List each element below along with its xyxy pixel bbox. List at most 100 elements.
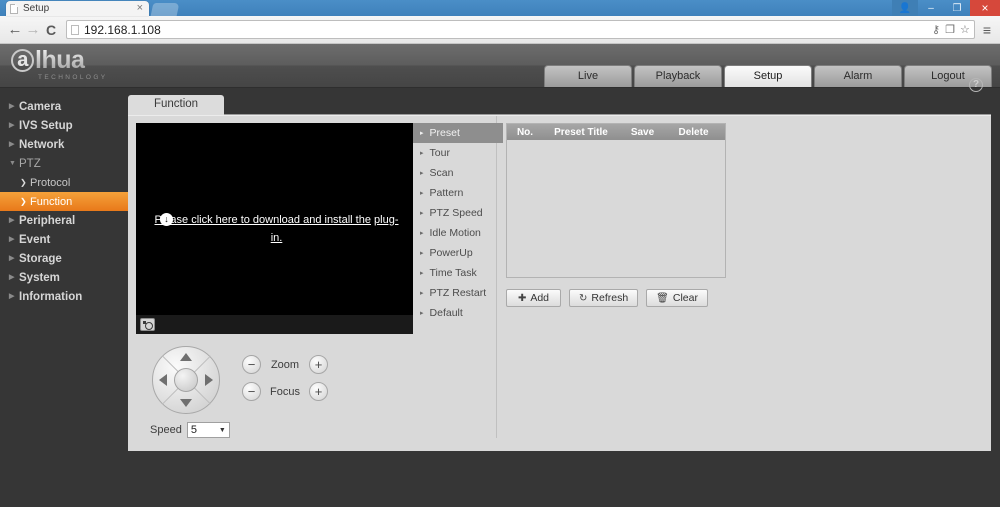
sidebar-item-label: Protocol <box>30 176 71 189</box>
zoom-focus-controls: − Zoom + − Focus + <box>242 346 328 405</box>
function-item-label: Time Task <box>429 267 477 279</box>
sidebar-item-label: Camera <box>19 100 62 113</box>
sidebar-item-event[interactable]: ▶ Event <box>0 230 128 249</box>
panel-body: ↓ Please click here to download and inst… <box>128 115 991 451</box>
panel-tab-bar: Function ? <box>128 78 991 115</box>
sidebar-item-peripheral[interactable]: ▶ Peripheral <box>0 211 128 230</box>
function-item-idle-motion[interactable]: ▸ Idle Motion <box>413 223 496 243</box>
sidebar-item-information[interactable]: ▶ Information <box>0 287 128 306</box>
back-icon[interactable]: ← <box>6 21 24 38</box>
add-button[interactable]: ✚ Add <box>506 289 561 307</box>
nav-tab-setup[interactable]: Setup <box>724 65 812 87</box>
extension-icon[interactable]: ❐ <box>945 23 955 36</box>
app-header: a lhua TECHNOLOGY Live Playback Setup Al… <box>0 44 1000 88</box>
user-avatar-icon[interactable]: 👤 <box>892 0 918 16</box>
browser-tab[interactable]: Setup × <box>6 1 149 16</box>
clear-button[interactable]: 🗑 Clear <box>646 289 708 307</box>
focus-plus-button[interactable]: + <box>309 382 328 401</box>
sidebar-item-network[interactable]: ▶ Network <box>0 135 128 154</box>
chevron-right-icon: ▶ <box>9 122 15 129</box>
speed-select[interactable]: 5 ▼ <box>186 422 230 438</box>
ptz-up-icon[interactable] <box>180 353 192 361</box>
chevron-right-icon: ▶ <box>9 236 15 243</box>
tab-function[interactable]: Function <box>128 95 224 115</box>
zoom-plus-button[interactable]: + <box>309 355 328 374</box>
focus-minus-button[interactable]: − <box>242 382 261 401</box>
chevron-right-icon: ▸ <box>420 229 424 237</box>
function-item-label: Pattern <box>429 187 464 199</box>
reload-icon[interactable]: C <box>42 22 60 38</box>
top-nav: Live Playback Setup Alarm Logout <box>544 65 992 87</box>
preset-table: No. Preset Title Save Delete <box>506 123 726 278</box>
window-close-icon[interactable]: × <box>970 0 1000 16</box>
nav-tab-alarm[interactable]: Alarm <box>814 65 902 87</box>
function-item-tour[interactable]: ▸ Tour <box>413 143 496 163</box>
ptz-direction-pad[interactable] <box>152 346 220 414</box>
function-item-label: Tour <box>429 147 450 159</box>
sidebar-item-label: Function <box>30 195 73 208</box>
chevron-right-icon: ❯ <box>20 177 27 187</box>
sidebar-item-storage[interactable]: ▶ Storage <box>0 249 128 268</box>
chevron-right-icon: ▶ <box>9 255 15 262</box>
function-panel: Function ? ↓ Please click here to downlo… <box>128 78 991 451</box>
logo-letter-a: a <box>11 49 34 72</box>
maximize-icon[interactable]: ❐ <box>944 0 970 16</box>
ptz-left-icon[interactable] <box>159 374 167 386</box>
close-icon[interactable]: × <box>135 3 145 14</box>
sidebar-item-label: Network <box>19 138 65 151</box>
key-icon[interactable]: ⚷ <box>932 23 940 36</box>
function-item-preset[interactable]: ▸ Preset <box>413 123 503 143</box>
nav-tab-live[interactable]: Live <box>544 65 632 87</box>
refresh-icon: ↻ <box>579 292 588 304</box>
menu-icon[interactable]: ≡ <box>980 22 994 38</box>
chevron-right-icon: ▸ <box>420 129 424 137</box>
chevron-right-icon: ▸ <box>420 249 424 257</box>
chevron-down-icon: ▼ <box>218 426 226 434</box>
url-bar-icons: ⚷ ❐ ☆ <box>932 23 970 36</box>
new-tab-button[interactable] <box>150 3 180 16</box>
nav-tab-playback[interactable]: Playback <box>634 65 722 87</box>
table-action-buttons: ✚ Add ↻ Refresh 🗑 Clear <box>506 278 991 307</box>
url-bar[interactable]: 192.168.1.108 ⚷ ❐ ☆ <box>66 20 975 39</box>
plugin-prompt[interactable]: ↓ Please click here to download and inst… <box>154 211 399 247</box>
table-body[interactable] <box>507 140 725 277</box>
url-input[interactable]: 192.168.1.108 <box>84 23 161 37</box>
camera-icon[interactable] <box>140 318 155 331</box>
video-preview[interactable]: ↓ Please click here to download and inst… <box>136 123 413 334</box>
chevron-right-icon: ❯ <box>20 196 27 206</box>
column-header-delete: Delete <box>678 126 709 138</box>
function-item-time-task[interactable]: ▸ Time Task <box>413 263 496 283</box>
ptz-joystick-area: − Zoom + − Focus + <box>136 334 413 414</box>
help-icon[interactable]: ? <box>969 78 983 92</box>
function-item-pattern[interactable]: ▸ Pattern <box>413 183 496 203</box>
function-item-scan[interactable]: ▸ Scan <box>413 163 496 183</box>
minimize-icon[interactable]: – <box>918 0 944 16</box>
zoom-minus-button[interactable]: − <box>242 355 261 374</box>
plugin-download-link-line1[interactable]: Please click here to download and instal… <box>155 214 371 226</box>
forward-icon[interactable]: → <box>24 21 42 38</box>
preset-table-column: No. Preset Title Save Delete ✚ Add ↻ Ref… <box>497 116 991 451</box>
function-item-powerup[interactable]: ▸ PowerUp <box>413 243 496 263</box>
sidebar-item-ptz[interactable]: ▼ PTZ <box>0 154 128 173</box>
logo-subtitle: TECHNOLOGY <box>38 74 108 81</box>
sidebar-item-label: Event <box>19 233 51 246</box>
refresh-button[interactable]: ↻ Refresh <box>569 289 639 307</box>
function-item-label: Preset <box>429 127 460 139</box>
ptz-right-icon[interactable] <box>205 374 213 386</box>
function-item-ptz-restart[interactable]: ▸ PTZ Restart <box>413 283 496 303</box>
function-item-default[interactable]: ▸ Default <box>413 303 496 323</box>
sidebar-item-system[interactable]: ▶ System <box>0 268 128 287</box>
content-area: Function ? ↓ Please click here to downlo… <box>128 78 1000 507</box>
page-icon <box>10 3 18 14</box>
ptz-down-icon[interactable] <box>180 399 192 407</box>
function-item-ptz-speed[interactable]: ▸ PTZ Speed <box>413 203 496 223</box>
ptz-center-button[interactable] <box>174 368 198 392</box>
sidebar-item-protocol[interactable]: ❯ Protocol <box>0 173 128 192</box>
zoom-row: − Zoom + <box>242 351 328 378</box>
bookmark-star-icon[interactable]: ☆ <box>960 23 970 36</box>
trash-icon: 🗑 <box>656 292 669 304</box>
sidebar-item-function[interactable]: ❯ Function <box>0 192 128 211</box>
sidebar-item-ivs-setup[interactable]: ▶ IVS Setup <box>0 116 128 135</box>
add-button-label: Add <box>530 292 550 304</box>
sidebar-item-camera[interactable]: ▶ Camera <box>0 97 128 116</box>
